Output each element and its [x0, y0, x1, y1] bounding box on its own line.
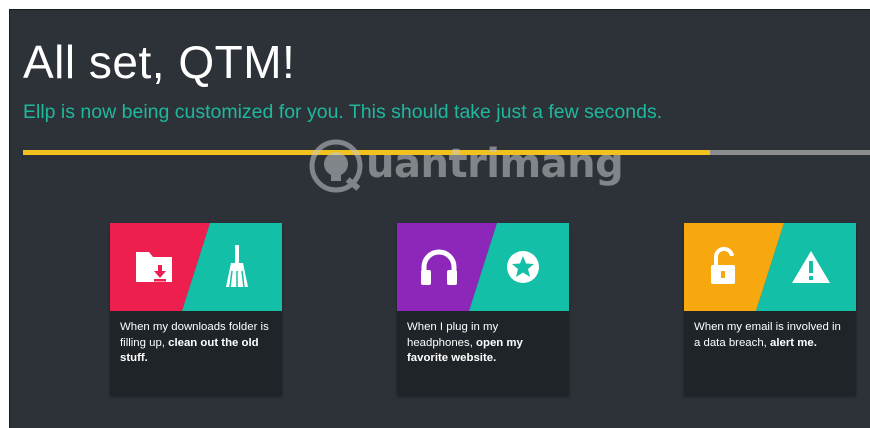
card-banner: [397, 223, 569, 311]
card-action-text: alert me.: [770, 336, 817, 349]
warning-icon: [792, 251, 830, 283]
headphones-icon: [421, 249, 457, 285]
card-description: When my downloads folder is filling up, …: [110, 311, 282, 367]
card-trigger-text: When my email is involved in a data brea…: [694, 321, 841, 349]
card-description: When my email is involved in a data brea…: [684, 311, 856, 351]
card-description: When I plug in my headphones, open my fa…: [397, 311, 569, 367]
card-banner: [110, 223, 282, 311]
recipe-card-downloads[interactable]: When my downloads folder is filling up, …: [110, 223, 282, 395]
recipe-card-breach[interactable]: When my email is involved in a data brea…: [684, 223, 856, 395]
star-badge-icon: [507, 251, 539, 283]
status-message: Ellp is now being customized for you. Th…: [23, 101, 663, 123]
app-window: All set, QTM! Ellp is now being customiz…: [9, 9, 870, 428]
watermark: uantrimang: [308, 138, 638, 198]
watermark-text: uantrimang: [366, 141, 624, 187]
unlock-icon: [711, 247, 735, 284]
download-folder-icon: [136, 252, 172, 282]
lightbulb-logo-icon: [309, 139, 363, 193]
page-title: All set, QTM!: [23, 36, 296, 88]
recipe-card-headphones[interactable]: When I plug in my headphones, open my fa…: [397, 223, 569, 395]
broom-icon: [226, 245, 248, 288]
card-banner: [684, 223, 856, 311]
